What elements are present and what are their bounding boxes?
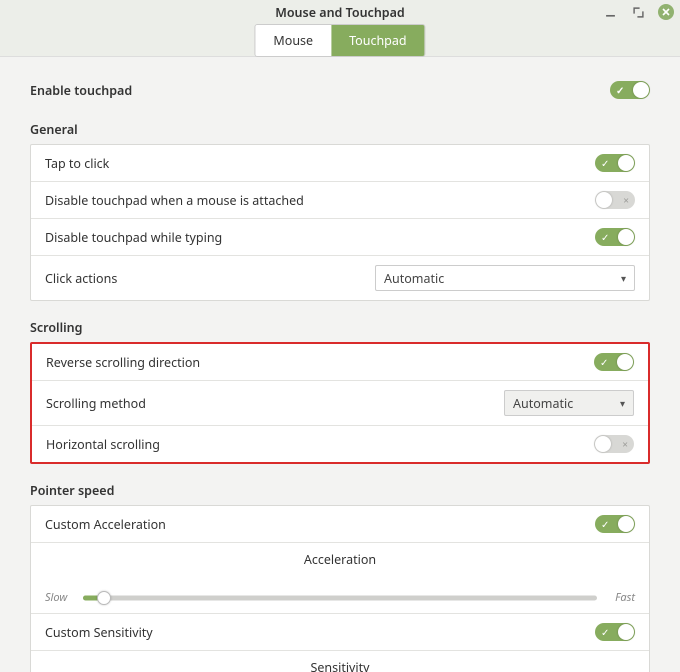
accel-thumb — [97, 591, 111, 605]
check-icon: ✓ — [616, 85, 624, 95]
section-scrolling-title: Scrolling — [30, 319, 650, 336]
custom-accel-label: Custom Acceleration — [45, 516, 581, 533]
horizontal-scroll-toggle[interactable]: × — [594, 435, 634, 453]
disable-typing-label: Disable touchpad while typing — [45, 229, 581, 246]
x-icon: × — [622, 439, 628, 449]
enable-touchpad-row: Enable touchpad ✓ — [30, 79, 650, 103]
check-icon: ✓ — [601, 232, 609, 242]
scrolling-method-dropdown[interactable]: Automatic ▾ — [504, 390, 634, 416]
row-scrolling-method: Scrolling method Automatic ▾ — [32, 381, 648, 426]
row-disable-typing: Disable touchpad while typing ✓ — [31, 219, 649, 256]
scrolling-method-label: Scrolling method — [46, 395, 490, 412]
scrolling-method-value: Automatic — [513, 395, 573, 412]
window-controls — [602, 4, 674, 20]
row-click-actions: Click actions Automatic ▾ — [31, 256, 649, 300]
row-reverse-scroll: Reverse scrolling direction ✓ — [32, 344, 648, 381]
reverse-scroll-toggle[interactable]: ✓ — [594, 353, 634, 371]
section-general-title: General — [30, 121, 650, 138]
panel-scrolling: Reverse scrolling direction ✓ Scrolling … — [30, 342, 650, 464]
window: Mouse and Touchpad Mouse Touchpad Enable… — [0, 0, 680, 672]
tab-bar: Mouse Touchpad — [254, 24, 425, 57]
custom-sens-toggle[interactable]: ✓ — [595, 623, 635, 641]
tab-touchpad[interactable]: Touchpad — [331, 25, 424, 56]
accel-low-label: Slow — [45, 590, 75, 605]
panel-general: Tap to click ✓ Disable touchpad when a m… — [30, 144, 650, 301]
accel-high-label: Fast — [605, 590, 635, 605]
content-area: Enable touchpad ✓ General Tap to click ✓… — [0, 56, 680, 672]
tap-to-click-toggle[interactable]: ✓ — [595, 154, 635, 172]
custom-sens-label: Custom Sensitivity — [45, 624, 581, 641]
reverse-scroll-label: Reverse scrolling direction — [46, 354, 580, 371]
chevron-down-icon: ▾ — [620, 396, 625, 410]
row-custom-accel: Custom Acceleration ✓ — [31, 506, 649, 543]
titlebar: Mouse and Touchpad Mouse Touchpad — [0, 0, 680, 56]
click-actions-label: Click actions — [45, 270, 361, 287]
disable-typing-toggle[interactable]: ✓ — [595, 228, 635, 246]
row-custom-sens: Custom Sensitivity ✓ — [31, 614, 649, 651]
check-icon: ✓ — [601, 158, 609, 168]
accel-slider-title: Acceleration — [45, 551, 635, 568]
click-actions-dropdown[interactable]: Automatic ▾ — [375, 265, 635, 291]
row-disable-mouse: Disable touchpad when a mouse is attache… — [31, 182, 649, 219]
click-actions-value: Automatic — [384, 270, 444, 287]
enable-touchpad-label: Enable touchpad — [30, 82, 132, 99]
row-horizontal-scroll: Horizontal scrolling × — [32, 426, 648, 462]
window-title: Mouse and Touchpad — [275, 4, 405, 21]
custom-accel-toggle[interactable]: ✓ — [595, 515, 635, 533]
check-icon: ✓ — [601, 627, 609, 637]
chevron-down-icon: ▾ — [621, 271, 626, 285]
minimize-button[interactable] — [602, 4, 618, 20]
disable-mouse-label: Disable touchpad when a mouse is attache… — [45, 192, 581, 209]
section-pointer-title: Pointer speed — [30, 482, 650, 499]
x-icon: × — [623, 195, 629, 205]
maximize-button[interactable] — [630, 4, 646, 20]
check-icon: ✓ — [600, 357, 608, 367]
panel-pointer: Custom Acceleration ✓ Acceleration Slow … — [30, 505, 650, 672]
row-sens-slider: Sensitivity Low High — [31, 651, 649, 672]
row-tap-to-click: Tap to click ✓ — [31, 145, 649, 182]
sens-slider-title: Sensitivity — [45, 659, 635, 672]
enable-touchpad-toggle[interactable]: ✓ — [610, 81, 650, 99]
accel-slider[interactable] — [83, 591, 597, 605]
disable-mouse-toggle[interactable]: × — [595, 191, 635, 209]
horizontal-scroll-label: Horizontal scrolling — [46, 436, 580, 453]
tap-to-click-label: Tap to click — [45, 155, 581, 172]
tab-mouse[interactable]: Mouse — [255, 25, 331, 56]
check-icon: ✓ — [601, 519, 609, 529]
row-accel-slider: Acceleration Slow Fast — [31, 543, 649, 614]
close-button[interactable] — [658, 4, 674, 20]
